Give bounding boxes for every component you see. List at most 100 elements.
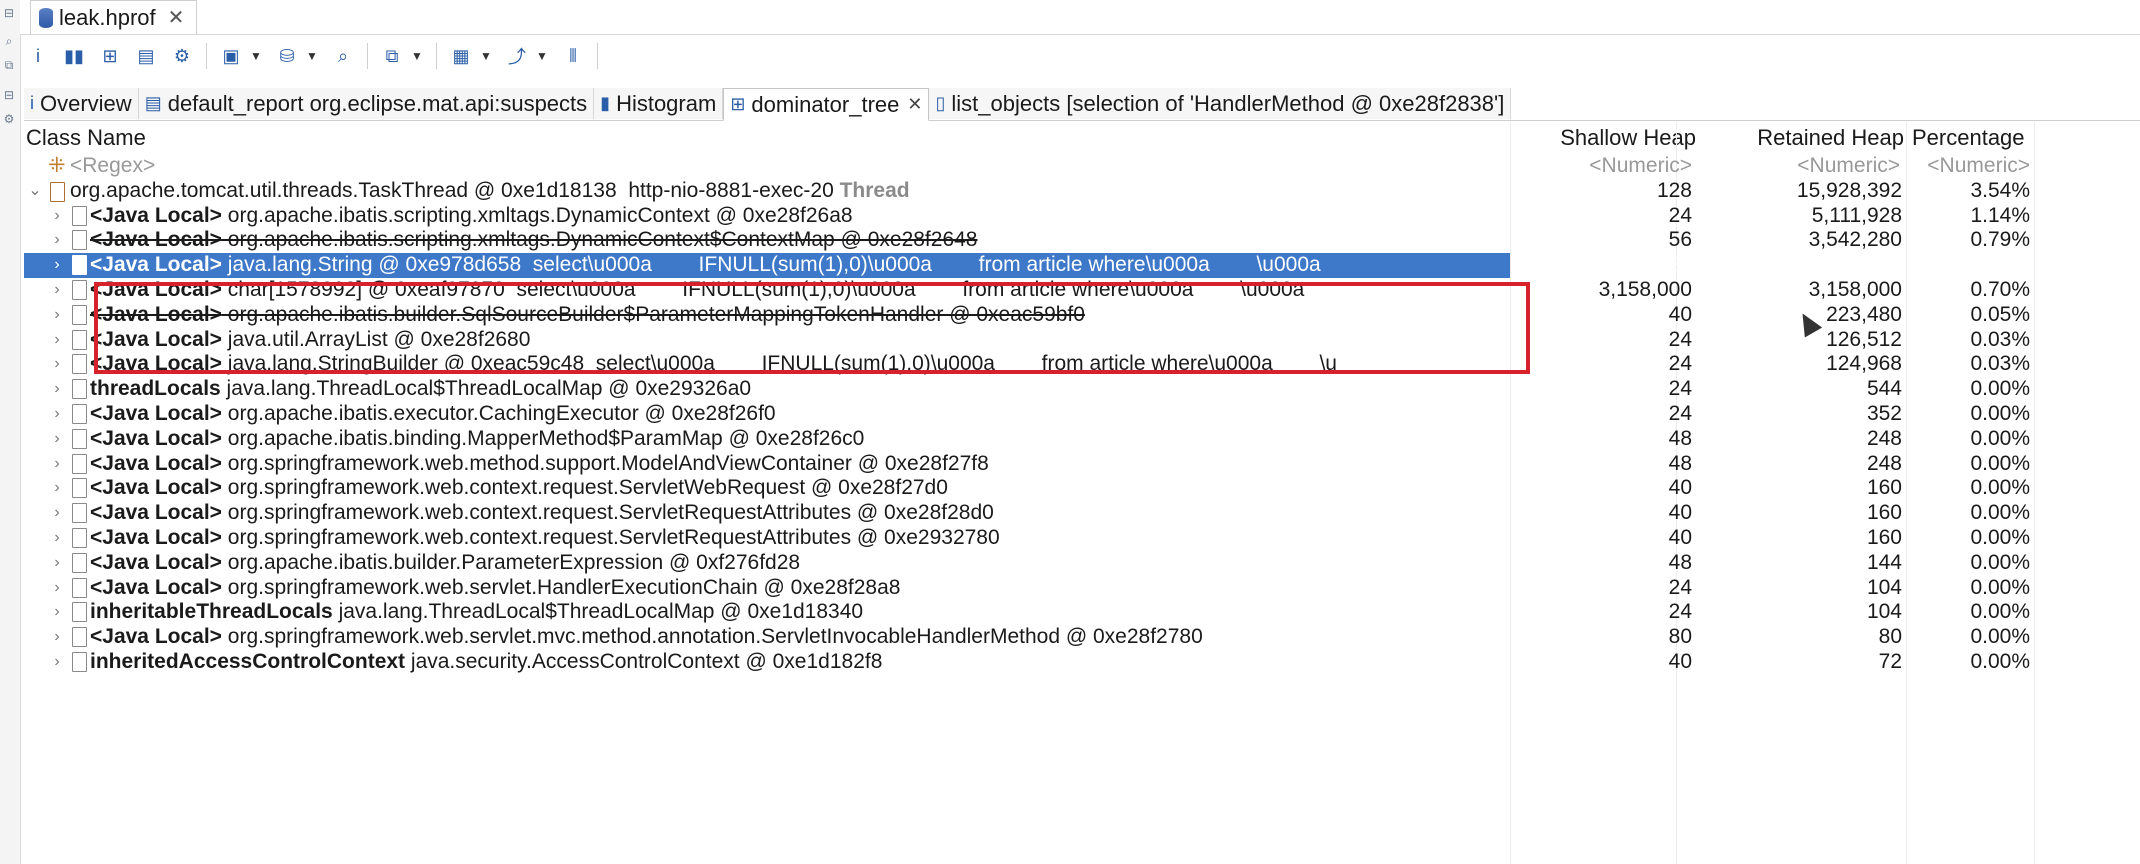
- expand-twisty-icon[interactable]: ›: [50, 600, 64, 625]
- retained-heap-cell: 352: [1866, 402, 1902, 425]
- dropdown-arrow-icon[interactable]: ▼: [479, 41, 493, 71]
- reference-label: <Java Local>: [90, 501, 222, 525]
- dropdown-arrow-icon[interactable]: ▼: [305, 41, 319, 71]
- expand-twisty-icon[interactable]: ›: [50, 576, 64, 601]
- table-row[interactable]: › <Java Local> org.apache.ibatis.scriptin…: [24, 204, 2034, 229]
- dropdown-arrow-icon[interactable]: ▼: [249, 41, 263, 71]
- numeric-filter-shallow[interactable]: <Numeric>: [1512, 154, 1692, 179]
- object-label: org.springframework.web.method.support.M…: [221, 451, 989, 475]
- expand-twisty-icon[interactable]: ›: [50, 427, 64, 452]
- dropdown-arrow-icon[interactable]: ▼: [410, 41, 424, 71]
- retained-heap-cell: 544: [1866, 377, 1902, 401]
- shallow-heap-cell: 40: [1668, 650, 1692, 673]
- search-icon[interactable]: ⌕: [2, 34, 16, 48]
- expand-twisty-icon[interactable]: ›: [50, 551, 64, 576]
- column-header-shallow-heap[interactable]: Shallow Heap: [1512, 122, 1696, 154]
- expand-twisty-icon[interactable]: ›: [50, 352, 64, 377]
- tree-icon[interactable]: ⧉: [2, 58, 16, 72]
- filter-row[interactable]: ⁜ <Regex> <Numeric> <Numeric> <Numeric>: [24, 154, 2034, 179]
- object-icon: [72, 354, 87, 375]
- expand-twisty-icon[interactable]: ›: [50, 501, 64, 526]
- expand-twisty-icon[interactable]: ›: [50, 228, 64, 253]
- expand-twisty-icon[interactable]: ›: [50, 476, 64, 501]
- tab-list-objects[interactable]: ▯ list_objects [selection of 'HandlerMeth…: [929, 88, 1512, 119]
- table-row[interactable]: › <Java Local> org.apache.ibatis.executor…: [24, 402, 2034, 427]
- numeric-filter-percentage[interactable]: <Numeric>: [1906, 154, 2030, 179]
- table-row[interactable]: › <Java Local> org.springframework.web.se…: [24, 625, 2034, 650]
- tab-label: default_report org.eclipse.mat.api:suspe…: [167, 90, 588, 116]
- pin-icon[interactable]: ⫴: [559, 41, 587, 71]
- reference-label: <Java Local>: [90, 550, 222, 574]
- tab-histogram[interactable]: ▮ Histogram: [594, 88, 724, 119]
- run-report-icon[interactable]: ▣: [217, 41, 245, 71]
- percentage-cell: 0.00%: [1970, 550, 2030, 574]
- expand-twisty-icon[interactable]: ›: [50, 650, 64, 675]
- histogram-icon[interactable]: ▮▮: [60, 41, 88, 71]
- close-icon[interactable]: ✕: [168, 5, 185, 30]
- table-row[interactable]: › <Java Local> org.springframework.web.se…: [24, 576, 2034, 601]
- numeric-filter-retained[interactable]: <Numeric>: [1704, 154, 1900, 179]
- dominator-tree-icon[interactable]: ⊞: [96, 41, 124, 71]
- expand-twisty-icon[interactable]: ›: [50, 253, 64, 278]
- minimize-icon[interactable]: ⊟: [2, 88, 16, 102]
- heap-dump-overview-icon[interactable]: ⚙: [168, 41, 196, 71]
- oql-icon[interactable]: ▤: [132, 41, 160, 71]
- table-row[interactable]: › <Java Local> org.apache.ibatis.binding.…: [24, 427, 2034, 452]
- export-icon[interactable]: ⤴: [503, 41, 531, 71]
- percentage-cell: 0.03%: [1970, 352, 2030, 376]
- expand-twisty-icon[interactable]: ›: [50, 625, 64, 650]
- minimize-icon[interactable]: ⊟: [2, 6, 16, 20]
- tab-dominator-tree-icon: ⊞: [730, 94, 746, 114]
- expand-twisty-icon[interactable]: ›: [50, 402, 64, 427]
- table-row[interactable]: › <Java Local> org.springframework.web.co…: [24, 501, 2034, 526]
- close-icon[interactable]: ✕: [907, 94, 922, 115]
- table-row-root-thread[interactable]: ⌄ org.apache.tomcat.util.threads.TaskThre…: [24, 179, 2034, 204]
- percentage-cell: 0.03%: [1970, 327, 2030, 351]
- table-row[interactable]: › <Java Local> org.springframework.web.me…: [24, 452, 2034, 477]
- table-row[interactable]: › threadLocals java.lang.ThreadLocal$Thre…: [24, 377, 2034, 402]
- table-row[interactable]: › <Java Local> org.springframework.web.co…: [24, 526, 2034, 551]
- table-row[interactable]: › <Java Local> java.lang.String @ 0xe978d…: [24, 253, 2030, 278]
- inspector-icon[interactable]: ⚙: [2, 112, 16, 126]
- expand-twisty-icon[interactable]: ›: [50, 377, 64, 402]
- object-icon: [72, 453, 87, 474]
- query-browser-icon[interactable]: ⛁: [273, 41, 301, 71]
- expand-twisty-icon[interactable]: ›: [50, 303, 64, 328]
- table-row[interactable]: › inheritedAccessControlContext java.secu…: [24, 650, 2034, 675]
- class-name-cell: <Java Local> org.springframework.web.ser…: [90, 625, 1506, 650]
- object-icon: [72, 503, 87, 524]
- expand-twisty-icon[interactable]: ›: [50, 526, 64, 551]
- search-icon[interactable]: ⌕: [329, 41, 357, 71]
- expand-twisty-icon[interactable]: ›: [50, 278, 64, 303]
- table-row[interactable]: › <Java Local> org.apache.ibatis.scriptin…: [24, 228, 2034, 253]
- dropdown-arrow-icon[interactable]: ▼: [535, 41, 549, 71]
- column-header-retained-heap[interactable]: Retained Heap: [1704, 122, 1904, 154]
- tab-default-report[interactable]: ▤ default_report org.eclipse.mat.api:susp…: [138, 88, 595, 119]
- collapse-twisty-icon[interactable]: ⌄: [28, 179, 42, 204]
- table-row[interactable]: › <Java Local> org.springframework.web.co…: [24, 476, 2034, 501]
- shallow-heap-cell: 48: [1668, 550, 1692, 574]
- object-icon: [72, 478, 87, 499]
- percentage-cell: 3.54%: [1970, 178, 2030, 202]
- calculate-retained-icon[interactable]: ▦: [447, 41, 475, 71]
- table-row[interactable]: › <Java Local> org.apache.ibatis.builder.…: [24, 551, 2034, 576]
- object-icon: [72, 652, 87, 672]
- expand-twisty-icon[interactable]: ›: [50, 328, 64, 353]
- expand-twisty-icon[interactable]: ›: [50, 452, 64, 477]
- tab-dominator-tree[interactable]: ⊞ dominator_tree ✕: [723, 88, 930, 121]
- editor-tab-bar: leak.hprof ✕: [20, 0, 2140, 35]
- retained-heap-cell: 3,158,024: [1808, 253, 1902, 277]
- info-icon[interactable]: i: [24, 41, 52, 71]
- editor-tab-leak-hprof[interactable]: leak.hprof ✕: [30, 0, 198, 34]
- reference-label: <Java Local>: [90, 228, 222, 252]
- regex-filter-input[interactable]: <Regex>: [70, 154, 155, 179]
- percentage-cell: 0.00%: [1970, 625, 2030, 649]
- table-row[interactable]: › inheritableThreadLocals java.lang.Threa…: [24, 600, 2034, 625]
- tab-default-report-icon: ▤: [144, 93, 162, 113]
- column-header-percentage[interactable]: Percentage: [1904, 122, 2042, 154]
- tab-overview[interactable]: i Overview: [24, 88, 139, 119]
- expand-twisty-icon[interactable]: ›: [50, 204, 64, 229]
- group-by-icon[interactable]: ⧉: [378, 41, 406, 71]
- thread-tag: Thread: [839, 178, 910, 202]
- column-header-class-name[interactable]: Class Name: [26, 122, 1026, 154]
